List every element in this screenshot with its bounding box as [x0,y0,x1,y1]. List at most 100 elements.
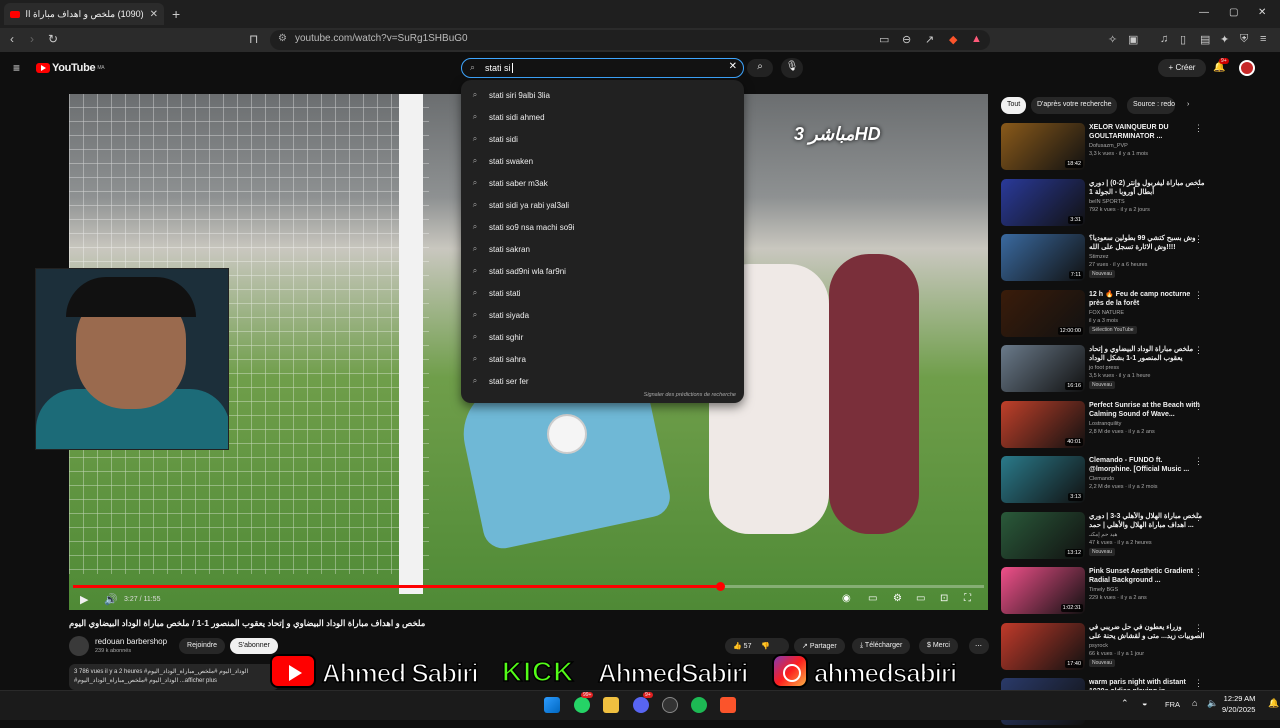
wallet-icon[interactable]: ▤ [1200,33,1210,46]
search-suggestion[interactable]: ⌕ stati siri 9albi 3lia [461,84,744,106]
sidebar-toggle-icon[interactable]: ▯ [1180,33,1186,46]
video-title[interactable]: Perfect Sunrise at the Beach with Calmin… [1089,401,1207,419]
video-thumbnail[interactable]: 3:31 [1001,178,1085,226]
whatsapp-icon[interactable] [574,697,590,713]
video-description[interactable]: 3 786 vues il y a 2 heures #الوداد_اليوم… [69,664,279,690]
file-explorer-icon[interactable] [603,697,619,713]
search-suggestion[interactable]: ⌕ stati stati [461,282,744,304]
like-icon[interactable]: 👍 [733,643,742,650]
more-options-icon[interactable]: ⋮ [1194,567,1203,578]
recommended-video[interactable]: 1:02:31 Pink Sunset Aesthetic Gradient Ra… [1001,567,1271,617]
video-thumbnail[interactable]: 40:01 [1001,400,1085,448]
video-title[interactable]: Clemando - FUNDO ft. @lmorphine. [Offici… [1089,456,1207,474]
site-info-icon[interactable]: ⚙ [278,33,287,44]
theater-mode-icon[interactable]: ▭ [916,593,925,604]
chips-next-icon[interactable]: › [1181,97,1195,114]
notifications-center-icon[interactable]: 🔔 [1268,698,1279,709]
video-channel[interactable]: jo foot press [1089,365,1119,371]
brave-browser-icon[interactable] [720,697,736,713]
search-suggestion[interactable]: ⌕ stati sidi ya rabi yal3ali [461,194,744,216]
search-suggestion[interactable]: ⌕ stati sidi [461,128,744,150]
close-tab-icon[interactable]: ✕ [150,9,158,20]
voice-search-button[interactable]: 🎙 [781,58,803,78]
autoplay-toggle[interactable]: ◉ [842,593,851,604]
recommended-video[interactable]: 40:01 Perfect Sunrise at the Beach with C… [1001,400,1271,451]
account-avatar[interactable] [1239,60,1255,76]
video-thumbnail[interactable]: 18:42 [1001,123,1085,170]
more-options-icon[interactable]: ⋮ [1194,678,1203,689]
video-channel[interactable]: Timely BGS [1089,587,1118,593]
cast-to-tv-icon[interactable]: ⊡ [940,593,948,604]
minimize-button[interactable]: — [1199,7,1209,18]
video-thumbnail[interactable]: 3:13 [1001,456,1085,503]
video-thumbnail[interactable]: 7:11 [1001,234,1085,281]
volume-icon[interactable]: 🔊 [104,593,118,606]
search-suggestion[interactable]: ⌕ stati swaken [461,150,744,172]
bookmark-icon[interactable]: ⊓ [249,32,258,46]
search-suggestion[interactable]: ⌕ stati sahra [461,348,744,370]
recommended-video[interactable]: 16:16 ملخص مباراة الوداد البيضاوي و إتحاد… [1001,345,1271,395]
recommended-video[interactable]: 7:11 وش بسبح كتشي 99 بطولين سعوديا؟ وش ال… [1001,234,1271,284]
more-options-icon[interactable]: ⋮ [1194,456,1203,467]
dislike-icon[interactable]: 👎 [761,643,770,650]
more-options-icon[interactable]: ⋮ [1194,345,1203,356]
chip-source[interactable]: Source : redo [1127,97,1175,114]
channel-avatar[interactable] [69,636,89,656]
chip-all[interactable]: Tout [1001,97,1027,114]
subtitles-icon[interactable]: ▭ [868,593,877,604]
search-suggestion[interactable]: ⌕ stati sad9ni wla far9ni [461,260,744,282]
more-actions-icon[interactable]: ⋯ [969,638,989,654]
video-title[interactable]: وزراء يعطون في حل ضريبي في الصوبيات زيد.… [1089,623,1207,641]
vpn-icon[interactable]: ⛨ [1240,33,1248,46]
more-options-icon[interactable]: ⋮ [1194,179,1203,190]
reload-icon[interactable]: ↻ [48,32,58,46]
menu-icon[interactable]: ≡ [1260,33,1266,45]
video-title[interactable]: ملخص مباراة ليفربول وإنتر (2-0) | دوري أ… [1089,179,1207,197]
fullscreen-icon[interactable]: ⛶ [964,593,971,604]
video-channel[interactable]: هيد حم إمكنـ [1089,532,1117,538]
video-channel[interactable]: FOX NATURE [1089,310,1124,316]
video-channel[interactable]: Dofusazm_PVP [1089,143,1128,149]
progress-scrubber[interactable] [715,582,725,591]
video-title[interactable]: 12 h 🔥 Feu de camp nocturne près de la f… [1089,290,1207,308]
search-suggestion[interactable]: ⌕ stati siyada [461,304,744,326]
recommended-video[interactable]: 12:00:00 12 h 🔥 Feu de camp nocturne près… [1001,289,1271,340]
hamburger-menu-icon[interactable]: ≡ [13,61,20,75]
video-channel[interactable]: Clemando [1089,476,1114,482]
video-title[interactable]: وش بسبح كتشي 99 بطولين سعوديا؟ وش الاثار… [1089,234,1207,252]
brave-shield-icon[interactable]: ◆ [949,33,957,46]
start-icon[interactable] [544,697,560,713]
search-suggestion[interactable]: ⌕ stati sidi ahmed [461,106,744,128]
channel-name[interactable]: redouan barbershop [95,637,167,646]
back-icon[interactable]: ‹ [10,32,14,46]
more-options-icon[interactable]: ⋮ [1194,623,1203,634]
report-predictions-link[interactable]: Signaler des prédictions de recherche [644,392,736,398]
close-window-button[interactable]: ✕ [1258,7,1266,18]
music-icon[interactable]: ♫ [1160,33,1168,45]
screenshot-icon[interactable]: ▣ [1128,33,1138,46]
video-channel[interactable]: psyrock [1089,643,1108,649]
video-title[interactable]: ملخص مباراة الهلال والأهلي 3-3 | دوري اه… [1089,512,1207,530]
ai-icon[interactable]: ✦ [1220,33,1229,46]
youtube-logo[interactable]: YouTube MA [36,62,105,74]
zoom-icon[interactable]: ⊖ [902,33,911,46]
spotify-icon[interactable] [691,697,707,713]
search-suggestion[interactable]: ⌕ stati so9 nsa machi so9i [461,216,744,238]
more-options-icon[interactable]: ⋮ [1194,234,1203,245]
browser-tab[interactable]: (1090) ملخص و اهداف مباراة الودا... ✕ [4,3,164,25]
clear-search-icon[interactable]: ✕ [729,61,737,72]
recommended-video[interactable]: 3:31 ملخص مباراة ليفربول وإنتر (2-0) | دو… [1001,178,1271,229]
search-suggestion[interactable]: ⌕ stati saber m3ak [461,172,744,194]
more-options-icon[interactable]: ⋮ [1194,290,1203,301]
forward-icon[interactable]: › [30,32,34,46]
maximize-button[interactable]: ▢ [1229,7,1238,18]
video-thumbnail[interactable]: 13:12 [1001,511,1085,559]
discord-icon[interactable] [633,697,649,713]
search-button[interactable]: ⌕ [747,59,773,77]
video-thumbnail[interactable]: 12:00:00 [1001,289,1085,337]
settings-icon[interactable]: ⚙ [893,593,902,604]
join-button[interactable]: Rejoindre [179,638,225,654]
video-thumbnail[interactable]: 16:16 [1001,345,1085,392]
tray-app-icon[interactable]: ◒ [1142,698,1147,708]
search-suggestion[interactable]: ⌕ stati ser fer [461,370,744,392]
